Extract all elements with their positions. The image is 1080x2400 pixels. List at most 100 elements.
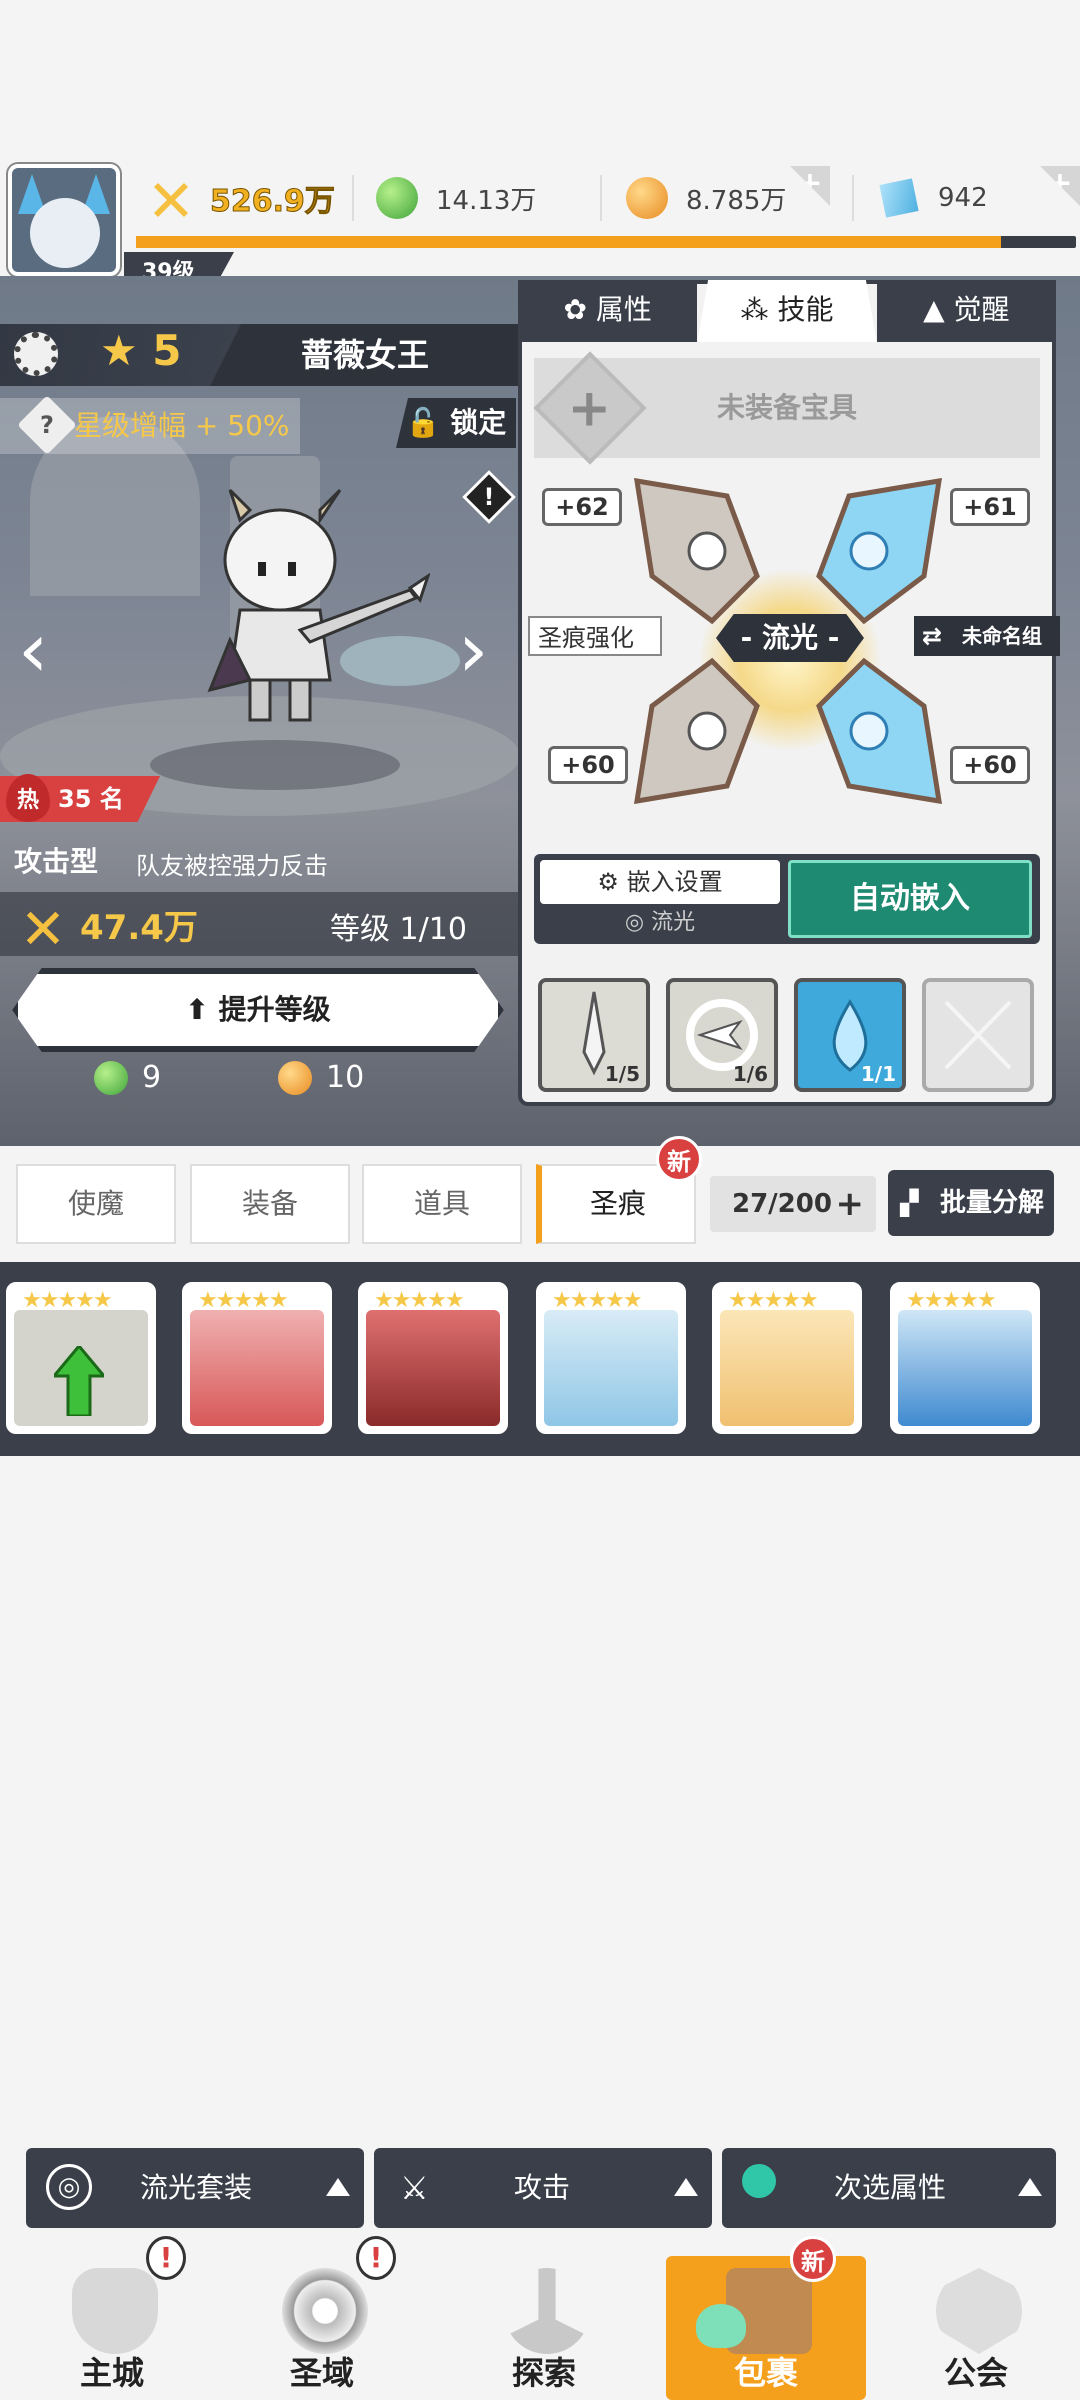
hero-shadow	[150, 740, 400, 790]
stigmata-enhance-label[interactable]: 圣痕强化	[528, 616, 662, 656]
skill-slot-1[interactable]: 1/5	[538, 978, 650, 1092]
avatar-face	[30, 198, 100, 268]
green-orb-display: 14.13万	[376, 168, 536, 228]
card-art	[720, 1310, 854, 1426]
stigmata-slot-top-left[interactable]	[632, 476, 762, 626]
card-art	[898, 1310, 1032, 1426]
hero-type: 攻击型	[14, 845, 99, 878]
slot-value-bottom-right: +60	[950, 746, 1030, 784]
alert-icon: !	[146, 2236, 186, 2280]
slot-value-top-left: +62	[542, 488, 622, 526]
stigmata-card[interactable]: ★★★★★	[536, 1282, 686, 1434]
upgrade-level-button[interactable]: ⬆ 提升等级	[12, 968, 504, 1052]
set-name-badge: - 流光 -	[716, 614, 864, 662]
stigmata-slot-bottom-left[interactable]	[632, 656, 762, 806]
card-art	[544, 1310, 678, 1426]
castle-icon	[72, 2268, 158, 2354]
dropdown-arrow-icon	[326, 2178, 350, 2196]
tab-equipment[interactable]: 装备	[190, 1164, 350, 1244]
gold-coin-display: 8.785万	[626, 168, 786, 228]
batch-decompose-button[interactable]: ▞ 批量分解	[888, 1170, 1054, 1236]
crossed-swords-icon	[154, 183, 188, 217]
add-diamond-button[interactable]: +	[1040, 166, 1080, 206]
player-avatar[interactable]	[8, 164, 120, 276]
exp-bar	[136, 236, 1076, 248]
hero-type-desc: 队友被控强力反击	[136, 852, 328, 880]
add-capacity-icon[interactable]: +	[836, 1176, 865, 1232]
slime-icon	[696, 2304, 746, 2348]
stigmata-card[interactable]: ★★★★★	[890, 1282, 1040, 1434]
nav-inventory[interactable]: 包裹	[666, 2256, 866, 2400]
new-badge: 新	[790, 2236, 836, 2282]
embed-settings-button[interactable]: ⚙ 嵌入设置	[540, 860, 780, 904]
upgrade-cost-green: 9	[94, 1060, 161, 1095]
lock-button[interactable]: 🔓 锁定	[396, 398, 516, 448]
attr-orb-icon	[742, 2164, 776, 2198]
skill-slot-3[interactable]: 1/1	[794, 978, 906, 1092]
set-filter-dropdown[interactable]: ◎ 流光套装	[26, 2148, 364, 2228]
nav-guild[interactable]: 公会	[876, 2256, 1076, 2400]
next-hero-arrow-icon[interactable]: ›	[458, 610, 498, 690]
stigmata-card[interactable]: ★★★★★	[182, 1282, 332, 1434]
tab-awaken[interactable]: ▲ 觉醒	[876, 280, 1056, 342]
upgrade-arrow-icon	[54, 1346, 104, 1416]
tab-familiar[interactable]: 使魔	[16, 1164, 176, 1244]
dropdown-arrow-icon	[1018, 2178, 1042, 2196]
green-orb-icon	[376, 177, 418, 219]
light-element-icon	[14, 332, 58, 376]
empty-slot-icon	[944, 1000, 1012, 1070]
embed-set-indicator: ◎ 流光	[624, 910, 696, 935]
stigmata-slot-top-right[interactable]	[814, 476, 944, 626]
nav-sanctuary[interactable]: 圣域	[222, 2256, 422, 2400]
stigmata-card[interactable]: ★★★★★	[358, 1282, 508, 1434]
slot-value-bottom-left: +60	[548, 746, 628, 784]
nav-explore[interactable]: 探索	[444, 2256, 644, 2400]
power-display: 526.9万	[150, 168, 335, 228]
tab-items[interactable]: 道具	[362, 1164, 522, 1244]
diamond-display: 942	[878, 168, 988, 228]
skill-slot-empty[interactable]	[922, 978, 1034, 1092]
diamond-icon	[870, 169, 927, 226]
prev-hero-arrow-icon[interactable]: ‹	[18, 610, 58, 690]
hero-power: 47.4万	[80, 908, 198, 948]
skill-slot-2[interactable]: 1/6	[666, 978, 778, 1092]
sword-icon: ⚔	[400, 2169, 429, 2207]
compass-icon: ◎	[46, 2164, 92, 2210]
upgrade-cost-gold: 10	[278, 1060, 364, 1095]
gold-coin-icon	[278, 1060, 312, 1095]
stigmata-card[interactable]: ★★★★★	[6, 1282, 156, 1434]
dropdown-arrow-icon	[674, 2178, 698, 2196]
divider	[852, 175, 854, 221]
group-name-label[interactable]: ⇄ 未命名组	[914, 616, 1060, 656]
stigmata-slot-bottom-right[interactable]	[814, 656, 944, 806]
gold-coin-icon	[626, 177, 668, 219]
grid-icon: ▞	[900, 1189, 919, 1217]
hero-stars: ★ 5	[100, 326, 182, 375]
swap-icon: ⇄	[922, 622, 943, 650]
slot-value-top-right: +61	[950, 488, 1030, 526]
shield-icon	[936, 2268, 1022, 2354]
sword-in-stone-icon	[504, 2268, 590, 2354]
hero-name: 蔷薇女王	[210, 324, 520, 386]
add-gold-button[interactable]: +	[790, 166, 830, 206]
nav-main-city[interactable]: 主城	[12, 2256, 212, 2400]
secondary-attr-dropdown[interactable]: 次选属性	[722, 2148, 1056, 2228]
hero-level: 等级 1/10	[330, 912, 467, 947]
tab-attributes[interactable]: ✿ 属性	[518, 280, 698, 342]
stigmata-card[interactable]: ★★★★★	[712, 1282, 862, 1434]
panel-tabs: ✿ 属性 ⁂ 技能 ▲ 觉醒	[518, 280, 1056, 342]
divider	[352, 175, 354, 221]
green-orb-icon	[94, 1060, 128, 1095]
card-art	[366, 1310, 500, 1426]
exp-bar-fill	[136, 236, 1001, 248]
help-icon[interactable]: ?	[17, 395, 77, 455]
new-badge: 新	[656, 1136, 702, 1182]
hero-sprite	[207, 488, 430, 722]
auto-embed-button[interactable]: 自动嵌入	[788, 860, 1032, 938]
crossed-swords-icon	[26, 911, 60, 945]
divider	[600, 175, 602, 221]
card-art	[190, 1310, 324, 1426]
capacity-count: 27/200 +	[710, 1176, 876, 1232]
attack-filter-dropdown[interactable]: ⚔ 攻击	[374, 2148, 712, 2228]
tab-skills[interactable]: ⁂ 技能	[697, 280, 877, 342]
